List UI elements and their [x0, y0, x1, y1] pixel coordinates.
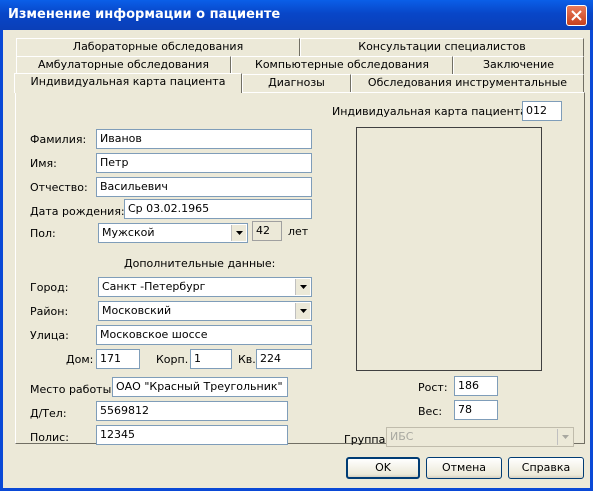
- apartment-field[interactable]: 224: [256, 349, 312, 369]
- patronymic-field[interactable]: Васильевич: [96, 177, 312, 197]
- sex-select[interactable]: Мужской: [98, 223, 248, 243]
- window-title: Изменение информации о пациенте: [8, 7, 281, 22]
- cancel-button[interactable]: Отмена: [426, 457, 502, 479]
- apartment-label: Кв.: [238, 353, 256, 366]
- street-field[interactable]: Московское шоссе: [96, 325, 312, 345]
- group-value: ИБС: [390, 430, 414, 443]
- chevron-down-icon[interactable]: [231, 225, 246, 241]
- city-select[interactable]: Санкт -Петербург: [98, 277, 312, 297]
- group-label: Группа:: [344, 433, 390, 446]
- card-number-field[interactable]: 012: [522, 101, 562, 121]
- chevron-down-icon[interactable]: [295, 279, 310, 295]
- birthdate-label: Дата рождения:: [30, 205, 125, 218]
- chevron-down-icon: [557, 429, 572, 445]
- close-button[interactable]: [566, 5, 587, 26]
- extra-data-heading: Дополнительные данные:: [124, 257, 276, 270]
- house-label: Дом:: [66, 353, 94, 366]
- help-button[interactable]: Справка: [508, 457, 584, 479]
- tab-diagnoses[interactable]: Диагнозы: [242, 74, 351, 92]
- phone-field[interactable]: 5569812: [96, 401, 288, 421]
- close-icon: [571, 10, 582, 21]
- building-field[interactable]: 1: [190, 349, 232, 369]
- district-value: Московский: [102, 304, 172, 317]
- sex-value: Мужской: [102, 226, 155, 239]
- chevron-down-icon[interactable]: [295, 303, 310, 319]
- group-select: ИБС: [386, 427, 574, 447]
- policy-label: Полис:: [30, 431, 69, 444]
- name-label: Имя:: [30, 157, 57, 170]
- house-field[interactable]: 171: [96, 349, 140, 369]
- weight-field[interactable]: 78: [454, 400, 498, 420]
- tab-instrumental[interactable]: Обследования инструментальные: [351, 74, 584, 92]
- tab-patient-card[interactable]: Индивидуальная карта пациента: [14, 73, 242, 93]
- street-label: Улица:: [30, 329, 69, 342]
- tab-conclusion[interactable]: Заключение: [453, 56, 584, 74]
- tab-computer[interactable]: Компьютерные обследования: [231, 56, 453, 74]
- tab-laboratory[interactable]: Лабораторные обследования: [16, 38, 300, 56]
- height-field[interactable]: 186: [454, 376, 498, 396]
- dialog-window: Изменение информации о пациенте Лаборато…: [0, 0, 593, 491]
- birthdate-field[interactable]: Ср 03.02.1965: [124, 199, 312, 219]
- sex-label: Пол:: [30, 227, 56, 240]
- city-value: Санкт -Петербург: [102, 280, 206, 293]
- ok-button[interactable]: OK: [346, 457, 420, 479]
- surname-field[interactable]: Иванов: [96, 129, 312, 149]
- tab-ambulatory[interactable]: Амбулаторные обследования: [16, 56, 231, 74]
- building-label: Корп.: [156, 353, 189, 366]
- work-field[interactable]: ОАО "Красный Треугольник": [112, 377, 288, 397]
- patronymic-label: Отчество:: [30, 181, 88, 194]
- photo-frame: [356, 127, 542, 371]
- policy-field[interactable]: 12345: [96, 425, 288, 445]
- tab-consultations[interactable]: Консультации специалистов: [300, 38, 584, 56]
- name-field[interactable]: Петр: [96, 153, 312, 173]
- weight-label: Вес:: [418, 405, 443, 418]
- card-number-label: Индивидуальная карта пациента №: [332, 105, 542, 118]
- surname-label: Фамилия:: [30, 133, 87, 146]
- district-label: Район:: [30, 305, 69, 318]
- height-label: Рост:: [418, 381, 448, 394]
- age-unit: лет: [288, 225, 309, 238]
- work-label: Место работы:: [30, 383, 115, 396]
- tab-panel: Фамилия: Иванов Имя: Петр Отчество: Васи…: [15, 92, 585, 447]
- phone-label: Д/Тел:: [30, 407, 67, 420]
- district-select[interactable]: Московский: [98, 301, 312, 321]
- age-field: 42: [252, 221, 282, 241]
- title-bar[interactable]: Изменение информации о пациенте: [0, 0, 593, 30]
- city-label: Город:: [30, 281, 69, 294]
